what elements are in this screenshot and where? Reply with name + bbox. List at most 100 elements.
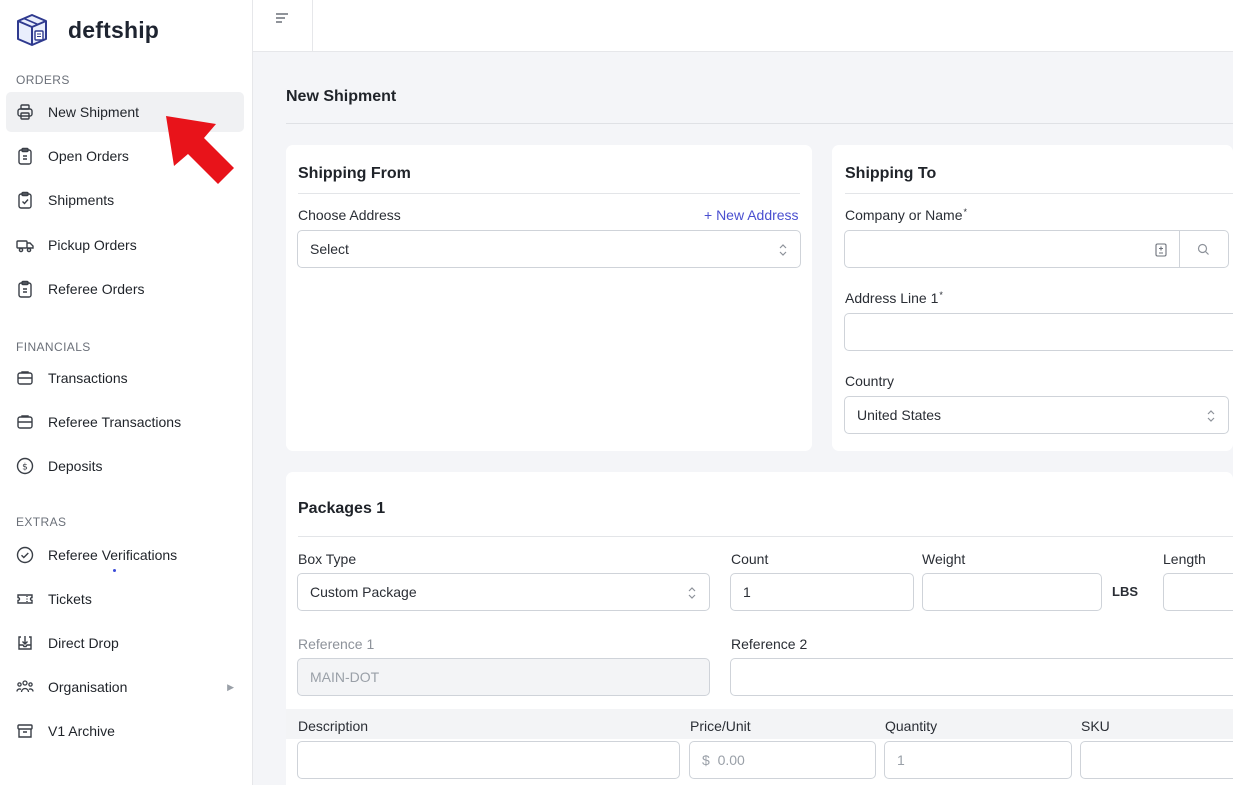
sku-input[interactable]	[1080, 741, 1233, 779]
truck-icon	[16, 240, 34, 253]
sidebar-item-tickets[interactable]: Tickets	[6, 579, 244, 619]
price-unit-label: Price/Unit	[690, 718, 751, 734]
choose-address-select[interactable]: Select	[297, 230, 801, 268]
check-circle-icon	[16, 546, 34, 564]
menu-icon	[276, 13, 288, 23]
country-value: United States	[857, 407, 942, 423]
shipping-to-title: Shipping To	[845, 165, 937, 182]
wallet-icon	[17, 371, 33, 385]
brand-name: deftship	[68, 16, 160, 43]
company-name-input[interactable]	[844, 230, 1180, 268]
sidebar-item-label: Pickup Orders	[48, 237, 137, 253]
divider	[298, 536, 1233, 537]
section-title-financials: FINANCIALS	[16, 340, 91, 354]
country-select[interactable]: United States	[844, 396, 1229, 434]
sidebar-item-v1-archive[interactable]: V1 Archive	[6, 711, 244, 751]
shipping-to-card: Shipping To Company or Name* Address Lin…	[832, 145, 1233, 451]
sidebar-item-referee-verifications[interactable]: Referee Verifications	[6, 535, 244, 575]
indicator-dot	[113, 569, 116, 572]
company-name-label-text: Company or Name	[845, 207, 963, 223]
shipping-from-card: Shipping From Choose Address + New Addre…	[286, 145, 812, 451]
brand[interactable]: deftship	[14, 12, 159, 48]
section-title-extras: EXTRAS	[16, 515, 67, 529]
weight-unit: LBS	[1112, 584, 1138, 599]
address-line-1-label: Address Line 1*	[845, 290, 943, 306]
clipboard-icon	[18, 147, 32, 165]
box-type-select[interactable]: Custom Package	[297, 573, 710, 611]
page-title: New Shipment	[286, 88, 397, 105]
packages-title: Packages 1	[298, 500, 386, 517]
sidebar-item-deposits[interactable]: $ Deposits	[6, 446, 244, 486]
sidebar-item-label: Open Orders	[48, 148, 129, 164]
description-input[interactable]	[297, 741, 680, 779]
clipboard-icon	[18, 280, 32, 298]
sidebar-item-transactions[interactable]: Transactions	[6, 358, 244, 398]
count-value: 1	[743, 584, 751, 600]
dollar-circle-icon: $	[16, 457, 34, 475]
address-line-1-label-text: Address Line 1	[845, 290, 939, 306]
divider	[298, 193, 800, 194]
sidebar-item-label: Organisation	[48, 679, 128, 695]
divider	[286, 123, 1233, 124]
archive-icon	[17, 724, 33, 738]
section-title-orders: ORDERS	[16, 73, 70, 87]
sidebar-item-label: V1 Archive	[48, 723, 115, 739]
weight-label: Weight	[922, 551, 966, 567]
sidebar-item-label: Deposits	[48, 458, 103, 474]
search-address-button[interactable]	[1179, 230, 1229, 268]
country-label: Country	[845, 373, 895, 389]
sidebar-item-label: Tickets	[48, 591, 92, 607]
reference-1-label: Reference 1	[298, 636, 375, 652]
sidebar-item-label: Referee Transactions	[48, 414, 182, 430]
box-type-value: Custom Package	[310, 584, 417, 600]
sidebar-item-referee-transactions[interactable]: Referee Transactions	[6, 402, 244, 442]
sku-label: SKU	[1081, 718, 1110, 734]
address-line-1-input[interactable]	[844, 313, 1233, 351]
reference-2-label: Reference 2	[731, 636, 808, 652]
divider	[845, 193, 1233, 194]
sidebar-item-label: Shipments	[48, 192, 115, 208]
sidebar-item-pickup-orders[interactable]: Pickup Orders	[6, 225, 244, 265]
count-input[interactable]: 1	[730, 573, 914, 611]
required-mark: *	[963, 207, 968, 217]
required-mark: *	[939, 290, 943, 300]
menu-toggle-button[interactable]	[253, 0, 313, 52]
printer-icon	[17, 104, 33, 120]
contact-card-icon[interactable]	[1155, 243, 1167, 257]
sidebar-item-label: Transactions	[48, 370, 128, 386]
price-unit-placeholder: $ 0.00	[702, 752, 745, 768]
price-unit-input[interactable]: $ 0.00	[689, 741, 876, 779]
new-address-link[interactable]: + New Address	[704, 207, 799, 223]
weight-input[interactable]	[922, 573, 1102, 611]
length-input[interactable]	[1163, 573, 1233, 611]
box-logo-icon	[17, 14, 47, 46]
select-arrows-icon	[688, 587, 696, 599]
select-arrows-icon	[1207, 410, 1215, 422]
company-name-label: Company or Name*	[845, 207, 967, 223]
red-arrow-annotation-icon	[166, 116, 234, 184]
count-label: Count	[731, 551, 769, 567]
select-arrows-icon	[779, 244, 787, 256]
clipboard-check-icon	[18, 191, 32, 209]
wallet-icon	[17, 415, 33, 429]
quantity-input[interactable]: 1	[884, 741, 1072, 779]
reference-1-input: MAIN-DOT	[297, 658, 710, 696]
reference-2-input[interactable]	[730, 658, 1233, 696]
sidebar-item-referee-orders[interactable]: Referee Orders	[6, 269, 244, 309]
users-icon	[16, 680, 34, 693]
search-icon	[1197, 243, 1209, 255]
sidebar-item-label: New Shipment	[48, 104, 140, 120]
reference-1-value: MAIN-DOT	[310, 669, 380, 685]
svg-text:$: $	[22, 463, 28, 473]
box-type-label: Box Type	[298, 551, 357, 567]
inbox-download-icon	[18, 636, 32, 650]
shipping-from-title: Shipping From	[298, 165, 411, 182]
chevron-right-icon: ▶	[227, 681, 234, 692]
choose-address-label: Choose Address	[298, 207, 401, 223]
sidebar-item-label: Direct Drop	[48, 635, 119, 651]
quantity-placeholder: 1	[897, 752, 905, 768]
sidebar-item-organisation[interactable]: Organisation ▶	[6, 667, 244, 707]
length-label: Length	[1163, 551, 1206, 567]
sidebar-item-direct-drop[interactable]: Direct Drop	[6, 623, 244, 663]
sidebar-item-label: Referee Verifications	[48, 547, 178, 563]
